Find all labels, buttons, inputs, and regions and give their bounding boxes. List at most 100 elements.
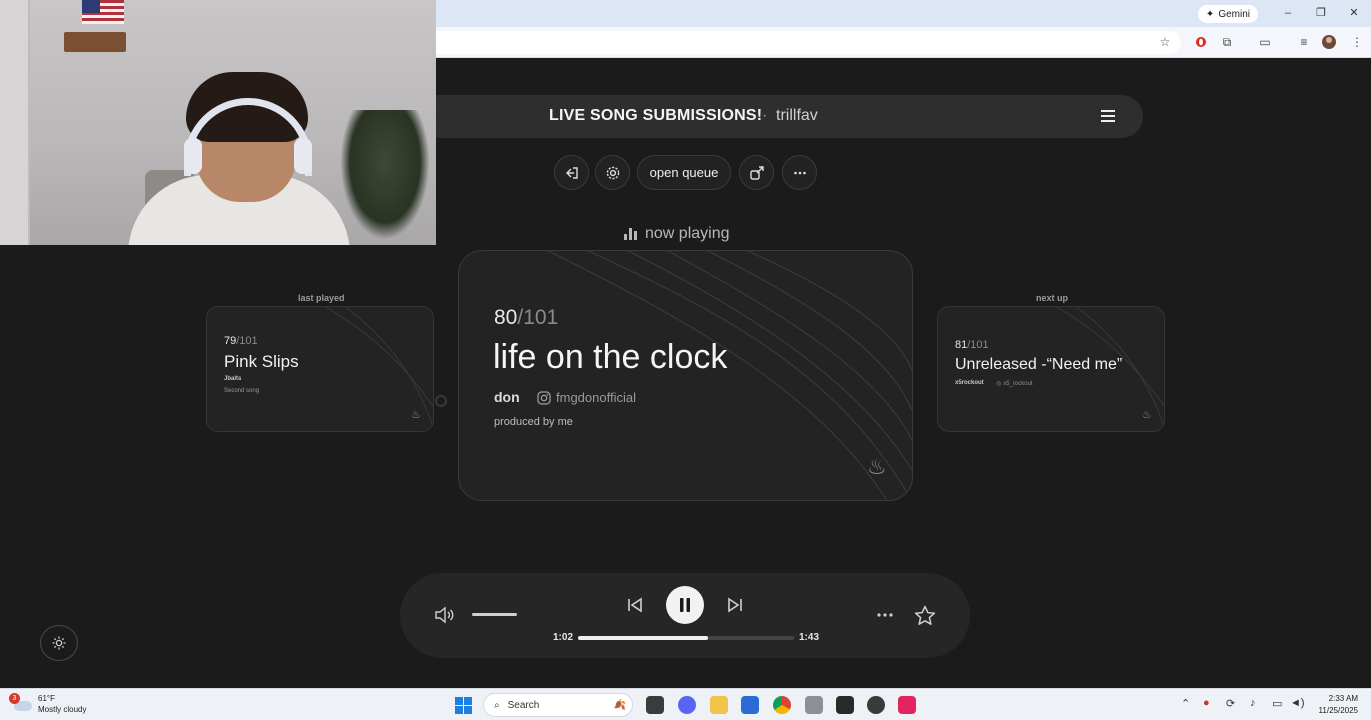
elapsed-time: 1:02 bbox=[553, 632, 574, 643]
tiktok-icon[interactable] bbox=[898, 696, 916, 714]
exit-icon bbox=[565, 166, 578, 179]
epic-games-icon[interactable] bbox=[836, 696, 854, 714]
page-title: LIVE SONG SUBMISSIONS! bbox=[549, 107, 763, 124]
weather-temp: 61°F bbox=[38, 694, 55, 703]
background-door bbox=[0, 0, 30, 245]
skip-back-icon bbox=[628, 597, 642, 613]
discord-icon[interactable] bbox=[678, 696, 696, 714]
profile-avatar[interactable] bbox=[1321, 34, 1337, 50]
progress-slider[interactable] bbox=[578, 636, 794, 640]
tray-app-icon[interactable]: ● bbox=[1203, 697, 1210, 709]
headphone-cup-left bbox=[184, 138, 202, 174]
track-title: Unreleased -“Need me” bbox=[955, 356, 1123, 373]
tray-sync-icon[interactable]: ⟳ bbox=[1226, 697, 1235, 710]
weather-widget[interactable]: 3 61°F Mostly cloudy bbox=[9, 693, 86, 715]
flame-icon: ♨ bbox=[1142, 409, 1152, 421]
opera-extension-icon[interactable] bbox=[1193, 34, 1209, 50]
track-title: life on the clock bbox=[493, 338, 728, 376]
track-artist: x5rockout bbox=[955, 380, 984, 386]
network-icon[interactable]: ▭ bbox=[1272, 697, 1282, 710]
ellipsis-icon bbox=[877, 613, 893, 617]
track-index: 80 bbox=[494, 306, 518, 329]
cast-icon[interactable]: ▭ bbox=[1257, 34, 1273, 50]
track-artist: Jbalts bbox=[224, 376, 242, 382]
now-playing-label: now playing bbox=[645, 225, 730, 242]
speaker-icon bbox=[435, 606, 454, 624]
track-title: Pink Slips bbox=[224, 352, 299, 371]
extensions-puzzle-icon[interactable]: ⧉ bbox=[1219, 34, 1235, 50]
previous-track-button[interactable] bbox=[624, 595, 646, 615]
tray-chevron-icon[interactable]: ⌃ bbox=[1181, 697, 1190, 710]
volume-button[interactable] bbox=[434, 604, 456, 626]
sun-icon bbox=[52, 636, 66, 650]
store-icon[interactable] bbox=[741, 696, 759, 714]
chrome-icon[interactable] bbox=[773, 696, 791, 714]
favorite-button[interactable] bbox=[914, 604, 936, 626]
track-total: /101 bbox=[236, 335, 258, 347]
settings-button[interactable] bbox=[595, 155, 630, 190]
instagram-icon bbox=[537, 390, 551, 405]
bookmark-star-icon[interactable]: ☆ bbox=[1157, 34, 1173, 50]
windows-taskbar: 3 61°F Mostly cloudy ⌕ Search 🍂 ⌃ ● ⟳ ♪ … bbox=[0, 688, 1371, 720]
now-playing-heading: now playing bbox=[624, 225, 730, 243]
pause-icon bbox=[680, 598, 690, 612]
windows-start-icon[interactable] bbox=[455, 697, 472, 714]
streamer-name[interactable]: trillfav bbox=[776, 107, 818, 125]
media-controls-icon[interactable]: ≡ bbox=[1296, 34, 1312, 50]
duration-time: 1:43 bbox=[799, 632, 820, 643]
star-icon bbox=[914, 605, 936, 625]
next-track-button[interactable] bbox=[724, 595, 746, 615]
now-playing-card: 80/101 life on the clock don fmgdonoffic… bbox=[458, 250, 913, 501]
sparkle-icon: ✦ bbox=[1205, 8, 1215, 20]
volume-slider[interactable] bbox=[472, 613, 517, 616]
hamburger-menu-icon[interactable] bbox=[1101, 110, 1115, 122]
address-bar[interactable] bbox=[436, 31, 1181, 54]
obs-icon[interactable] bbox=[867, 696, 885, 714]
task-view-icon[interactable] bbox=[646, 696, 664, 714]
gemini-button[interactable]: ✦ Gemini bbox=[1197, 5, 1258, 23]
gemini-label: Gemini bbox=[1218, 8, 1250, 20]
shelf-image bbox=[64, 32, 126, 52]
system-clock[interactable]: 2:33 AM 11/25/2025 bbox=[1319, 693, 1358, 717]
close-window-button[interactable]: ✕ bbox=[1345, 5, 1363, 21]
progress-fill bbox=[578, 636, 708, 640]
artist-instagram-link[interactable]: fmgdonofficial bbox=[537, 390, 636, 405]
track-index: 81 bbox=[955, 339, 968, 351]
open-queue-button[interactable]: open queue bbox=[637, 155, 731, 190]
microphone-icon[interactable]: ♪ bbox=[1250, 697, 1256, 709]
browser-menu-icon[interactable]: ⋮ bbox=[1349, 34, 1365, 50]
share-button[interactable] bbox=[739, 155, 774, 190]
last-played-card[interactable]: 79/101 Pink Slips Jbalts Second song ♨ bbox=[206, 306, 434, 432]
file-explorer-icon[interactable] bbox=[710, 696, 728, 714]
player-more-button[interactable] bbox=[874, 605, 896, 625]
next-up-heading: next up bbox=[1036, 293, 1069, 303]
equalizer-icon bbox=[624, 228, 637, 240]
next-up-card[interactable]: 81/101 Unreleased -“Need me” x5rockout ◎… bbox=[937, 306, 1165, 432]
flame-icon: ♨ bbox=[411, 409, 421, 421]
track-total: /101 bbox=[517, 306, 559, 329]
minimize-button[interactable]: – bbox=[1279, 5, 1297, 21]
headphone-cup-right bbox=[294, 138, 312, 174]
restore-button[interactable]: ❐ bbox=[1312, 5, 1330, 21]
carousel-dot[interactable] bbox=[435, 395, 447, 407]
instagram-icon: ◎ bbox=[996, 381, 1002, 387]
gear-icon bbox=[606, 166, 619, 179]
flame-icon: ♨ bbox=[867, 454, 887, 479]
artist-instagram-link[interactable]: ◎ x5_rockout bbox=[996, 380, 1033, 388]
theme-toggle-button[interactable] bbox=[40, 625, 78, 661]
title-separator: · bbox=[762, 107, 768, 124]
track-note: produced by me bbox=[494, 416, 573, 428]
app-header: LIVE SONG SUBMISSIONS! · trillfav bbox=[436, 95, 1143, 138]
play-pause-button[interactable] bbox=[666, 586, 704, 624]
volume-tray-icon[interactable]: ◄) bbox=[1290, 697, 1305, 709]
search-highlight-icon: 🍂 bbox=[613, 699, 626, 711]
track-number: 79/101 bbox=[224, 335, 258, 347]
exit-button[interactable] bbox=[554, 155, 589, 190]
app-icon[interactable] bbox=[805, 696, 823, 714]
last-played-heading: last played bbox=[298, 293, 345, 303]
track-note: Second song bbox=[224, 388, 260, 394]
track-number: 81/101 bbox=[955, 339, 989, 351]
flag-image bbox=[82, 0, 124, 24]
more-options-button[interactable] bbox=[782, 155, 817, 190]
taskbar-search[interactable]: ⌕ Search 🍂 bbox=[483, 693, 633, 717]
